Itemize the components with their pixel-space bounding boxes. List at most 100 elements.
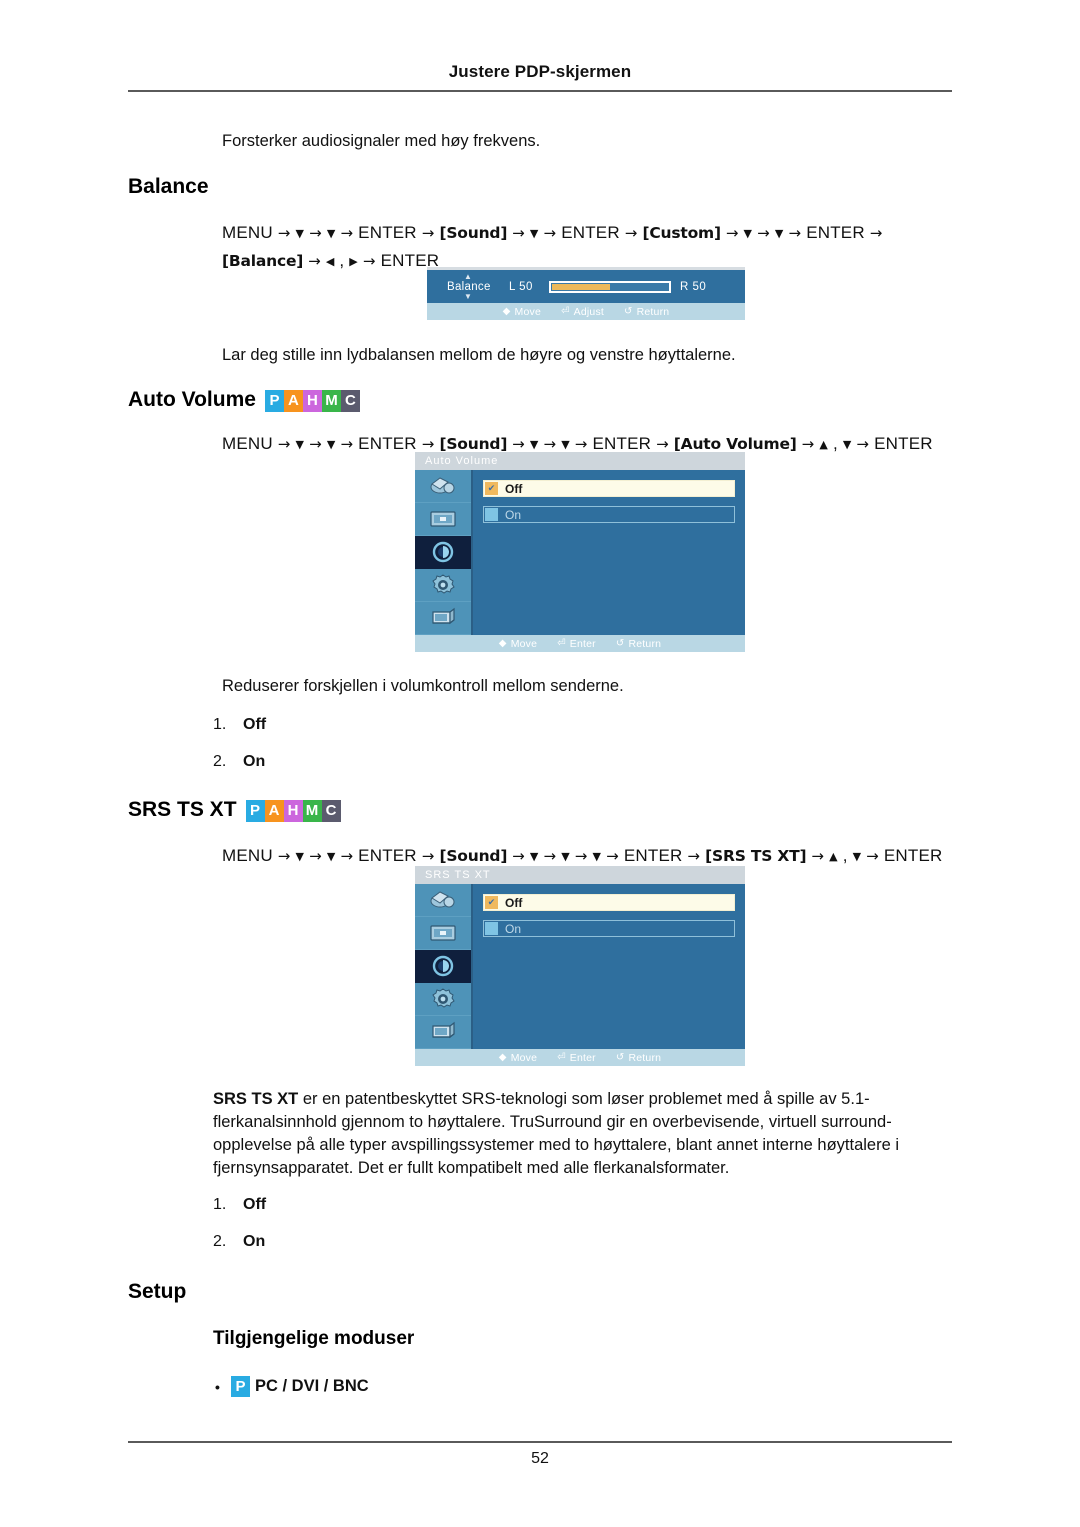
mode-badge-a: A [283, 389, 303, 412]
image-icon [428, 508, 458, 530]
menu-token: → [309, 435, 322, 453]
osd-rail-item-setup[interactable] [415, 983, 471, 1016]
heading-srs-text: SRS TS XT [128, 798, 237, 821]
osd-option-label: Off [505, 895, 523, 910]
menu-token: → [340, 224, 354, 242]
image-icon [428, 922, 458, 944]
menu-token: [Auto Volume] [673, 435, 797, 453]
enter-icon: ⏎ [557, 1052, 566, 1063]
osd-auto-volume-body: ✔ Off On [415, 470, 745, 635]
osd-option-label: On [505, 507, 522, 522]
menu-token: ENTER [358, 223, 417, 242]
menu-token: ▼ [842, 438, 852, 451]
mode-badge-p: P [264, 389, 284, 412]
osd-srs-options: ✔ Off On [473, 884, 745, 1049]
osd-rail-item-picture[interactable] [415, 884, 471, 917]
osd-balance-track[interactable] [549, 280, 671, 293]
menu-token: MENU [222, 434, 273, 453]
list-item-label: Off [243, 716, 267, 733]
osd-balance-right-value: R 50 [680, 280, 707, 293]
osd-footer-label: Enter [569, 1051, 596, 1064]
osd-rail-item-picture[interactable] [415, 470, 471, 503]
menu-token: → [866, 847, 879, 865]
osd-balance-label-wrap: ▲ Balance ▼ [447, 272, 509, 300]
osd-rail-item-image[interactable] [415, 917, 471, 950]
osd-footer-item: ↺ Return [616, 638, 661, 650]
list-item-number: 2. [213, 753, 227, 770]
list-item: 1. Off [213, 1196, 266, 1214]
menu-path-balance-line1: MENU → ▼ → ▼ → ENTER → [Sound] → ▼ → ENT… [222, 223, 883, 242]
menu-token: ENTER [358, 846, 417, 865]
menu-token: → [757, 224, 770, 242]
checkbox-unchecked-icon [485, 508, 498, 521]
menu-path-srs-line: MENU → ▼ → ▼ → ENTER → [Sound] → ▼ → ▼ →… [222, 846, 943, 865]
menu-token: ENTER [874, 434, 933, 453]
subheading-available-modes: Tilgjengelige moduser [213, 1328, 415, 1349]
srs-option-list: 1. Off 2. On [213, 1196, 266, 1270]
menu-token: → [725, 224, 739, 242]
intro-paragraph: Forsterker audiosignaler med høy frekven… [222, 132, 541, 150]
menu-token: → [421, 435, 435, 453]
list-item-label: On [243, 753, 266, 770]
osd-option-row[interactable]: ✔ Off [483, 894, 735, 911]
menu-token: → [421, 847, 435, 865]
menu-token: → [543, 224, 557, 242]
return-icon: ↺ [615, 1052, 625, 1063]
mode-badge-m: M [302, 799, 322, 822]
sound-icon [430, 539, 456, 565]
osd-rail-item-sound[interactable] [415, 950, 471, 983]
osd-footer-item: ↺ Return [624, 306, 669, 318]
menu-token: → [309, 224, 322, 242]
menu-token: → [512, 435, 525, 453]
menu-path-balance-line2: [Balance] → ◀ , ▶ → ENTER [222, 251, 439, 270]
osd-auto-volume-options: ✔ Off On [473, 470, 745, 635]
osd-rail-item-multi-control[interactable] [415, 602, 471, 635]
menu-token: → [656, 435, 669, 453]
menu-token: ▶ [349, 255, 358, 268]
osd-rail-item-image[interactable] [415, 503, 471, 536]
auto-volume-description: Reduserer forskjellen i volumkontroll me… [222, 677, 624, 695]
menu-token: ▼ [743, 227, 753, 240]
srs-description: SRS TS XT er en patentbeskyttet SRS-tekn… [213, 1088, 965, 1180]
menu-token: ENTER [806, 223, 865, 242]
menu-token: ▼ [561, 850, 570, 863]
osd-balance-left-value: L 50 [509, 280, 533, 293]
menu-token: ◀ [325, 255, 335, 268]
auto-volume-option-list: 1. Off 2. On [213, 716, 266, 790]
menu-token: , [842, 846, 848, 865]
menu-token: ENTER [380, 251, 440, 270]
mode-badge-c: C [340, 389, 360, 412]
menu-token: → [788, 224, 802, 242]
menu-token: → [277, 224, 291, 242]
osd-rail-item-multi-control[interactable] [415, 1016, 471, 1049]
heading-auto-volume: Auto Volume P A H M C [128, 388, 360, 412]
mode-badge-pc: P [231, 1376, 250, 1397]
osd-srs-footer: ◆ Move ⏎ Enter ↺ Return [415, 1049, 745, 1066]
osd-option-row[interactable]: On [483, 506, 735, 523]
caret-down-icon: ▼ [464, 291, 473, 301]
document-page: Justere PDP-skjermen Forsterker audiosig… [0, 0, 1080, 1527]
list-item-label: Off [243, 1196, 267, 1213]
menu-token: MENU [222, 846, 273, 865]
menu-token: ENTER [883, 846, 943, 865]
menu-token: ENTER [358, 434, 417, 453]
list-item: 1. Off [213, 716, 266, 734]
osd-option-row[interactable]: ✔ Off [483, 480, 735, 497]
osd-balance-slider: ▲ Balance ▼ L 50 R 50 ◆ Move ⏎ Adjust ↺ Retur… [427, 270, 745, 320]
menu-token: [Sound] [439, 224, 508, 242]
menu-token: ▼ [774, 227, 784, 240]
osd-option-row[interactable]: On [483, 920, 735, 937]
menu-token: → [340, 435, 354, 453]
menu-token: , [339, 251, 345, 270]
osd-rail-item-setup[interactable] [415, 569, 471, 602]
menu-token: ▼ [592, 850, 602, 863]
menu-token: , [832, 434, 838, 453]
menu-token: → [574, 847, 588, 865]
list-item: 2. On [213, 1233, 266, 1251]
checkbox-checked-icon: ✔ [485, 896, 498, 909]
osd-footer-item: ◆ Move [499, 1052, 537, 1064]
page-number: 52 [531, 1450, 549, 1467]
osd-option-label: On [505, 921, 522, 936]
osd-rail-item-sound[interactable] [415, 536, 471, 569]
srs-description-bold: SRS TS XT [213, 1090, 299, 1108]
